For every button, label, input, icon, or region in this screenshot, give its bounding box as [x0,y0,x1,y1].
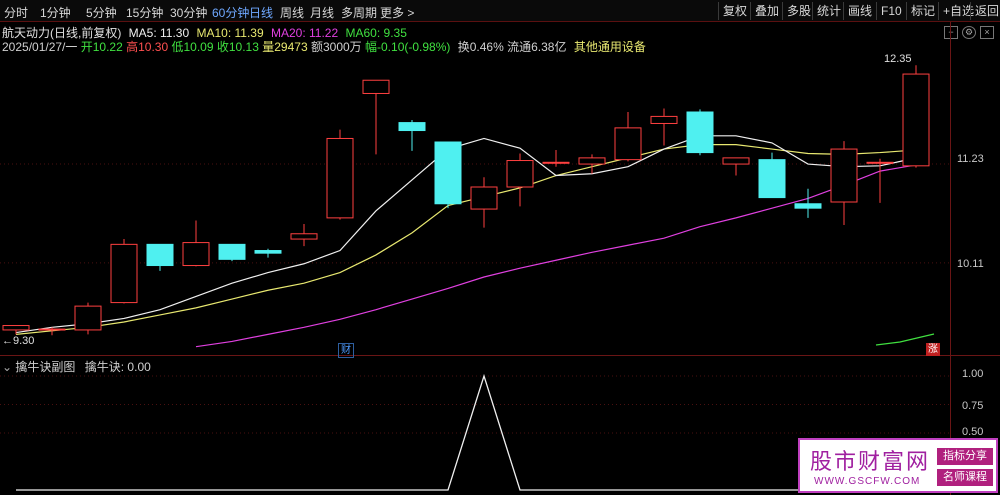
watermark-logo: 股市财富网 WWW.GSCFW.COM 指标分享 名师课程 [798,438,998,493]
sub-indicator-line[interactable] [16,373,916,491]
mark-button[interactable]: 标记 [906,2,939,20]
close-icon[interactable]: × [980,26,994,39]
limit-up-badge[interactable]: 涨 [926,343,940,356]
candle-up[interactable] [362,79,390,94]
candle-up[interactable] [290,233,318,240]
candle-up[interactable] [830,148,858,203]
watermark-url: WWW.GSCFW.COM [814,476,921,487]
price-tick-label: 11.23 [957,153,984,165]
candle-down[interactable] [398,122,426,132]
tab-60min[interactable]: 60分钟 [212,4,249,21]
candle-down[interactable] [794,203,822,209]
tab-timeshare[interactable]: 分时 [4,4,28,21]
sub-tick-label: 0.75 [962,400,984,412]
candle-down[interactable] [218,243,246,260]
candle-down[interactable] [254,250,282,254]
candle-down[interactable] [146,243,174,267]
candle-up[interactable] [866,161,894,164]
candle-up[interactable] [902,73,930,167]
candle-up[interactable] [542,161,570,164]
candle-up[interactable] [578,157,606,165]
finance-badge[interactable]: 财 [338,343,354,358]
price-tick-label: 10.11 [957,258,984,270]
tab-5min[interactable]: 5分钟 [86,4,117,21]
period-toolbar: 分时 1分钟 5分钟 15分钟 30分钟 60分钟 日线 周线 月线 多周期 更… [0,0,1000,22]
multi-stock-button[interactable]: 多股 [782,2,815,20]
watermark-tag-course: 名师课程 [937,469,993,486]
candle-up[interactable] [722,157,750,165]
tab-daily[interactable]: 日线 [249,4,273,21]
sub-tick-label: 1.00 [962,368,984,380]
f10-button[interactable]: F10 [876,2,906,20]
candle-down[interactable] [686,111,714,154]
watermark-name: 股市财富网 [810,450,931,475]
candle-up[interactable] [614,127,642,161]
low-price-annotation: ←9.30 [2,335,35,347]
back-button[interactable]: 返回 [970,2,1000,20]
candlestick-chart[interactable] [0,52,950,352]
candle-down[interactable] [434,141,462,205]
candle-up[interactable] [2,325,30,331]
candle-up[interactable] [650,115,678,124]
high-price-annotation: 12.35 [884,53,912,65]
tab-weekly[interactable]: 周线 [280,4,304,21]
stats-button[interactable]: 统计 [812,2,845,20]
candle-up[interactable] [110,243,138,304]
candle-up[interactable] [506,160,534,188]
candle-up[interactable] [326,137,354,219]
tab-multi-period[interactable]: 多周期 [341,4,377,21]
candle-up[interactable] [74,305,102,331]
tab-30min[interactable]: 30分钟 [170,4,207,21]
sub-tick-label: 0.50 [962,426,984,438]
overlay-button[interactable]: 叠加 [750,2,783,20]
candle-down[interactable] [758,159,786,199]
candle-up[interactable] [38,328,66,331]
tab-monthly[interactable]: 月线 [310,4,334,21]
candle-up[interactable] [182,242,210,267]
candle-up[interactable] [470,186,498,210]
price-axis-divider [950,22,951,495]
more-menu[interactable]: 更多 > [380,4,414,21]
tab-1min[interactable]: 1分钟 [40,4,71,21]
adjust-button[interactable]: 复权 [718,2,751,20]
settings-icon[interactable]: ⚙ [962,26,976,39]
draw-line-button[interactable]: 画线 [843,2,876,20]
watermark-tag-share: 指标分享 [937,448,993,465]
tab-15min[interactable]: 15分钟 [126,4,163,21]
minimize-icon[interactable]: − [944,26,958,39]
pane-divider[interactable] [0,355,1000,356]
